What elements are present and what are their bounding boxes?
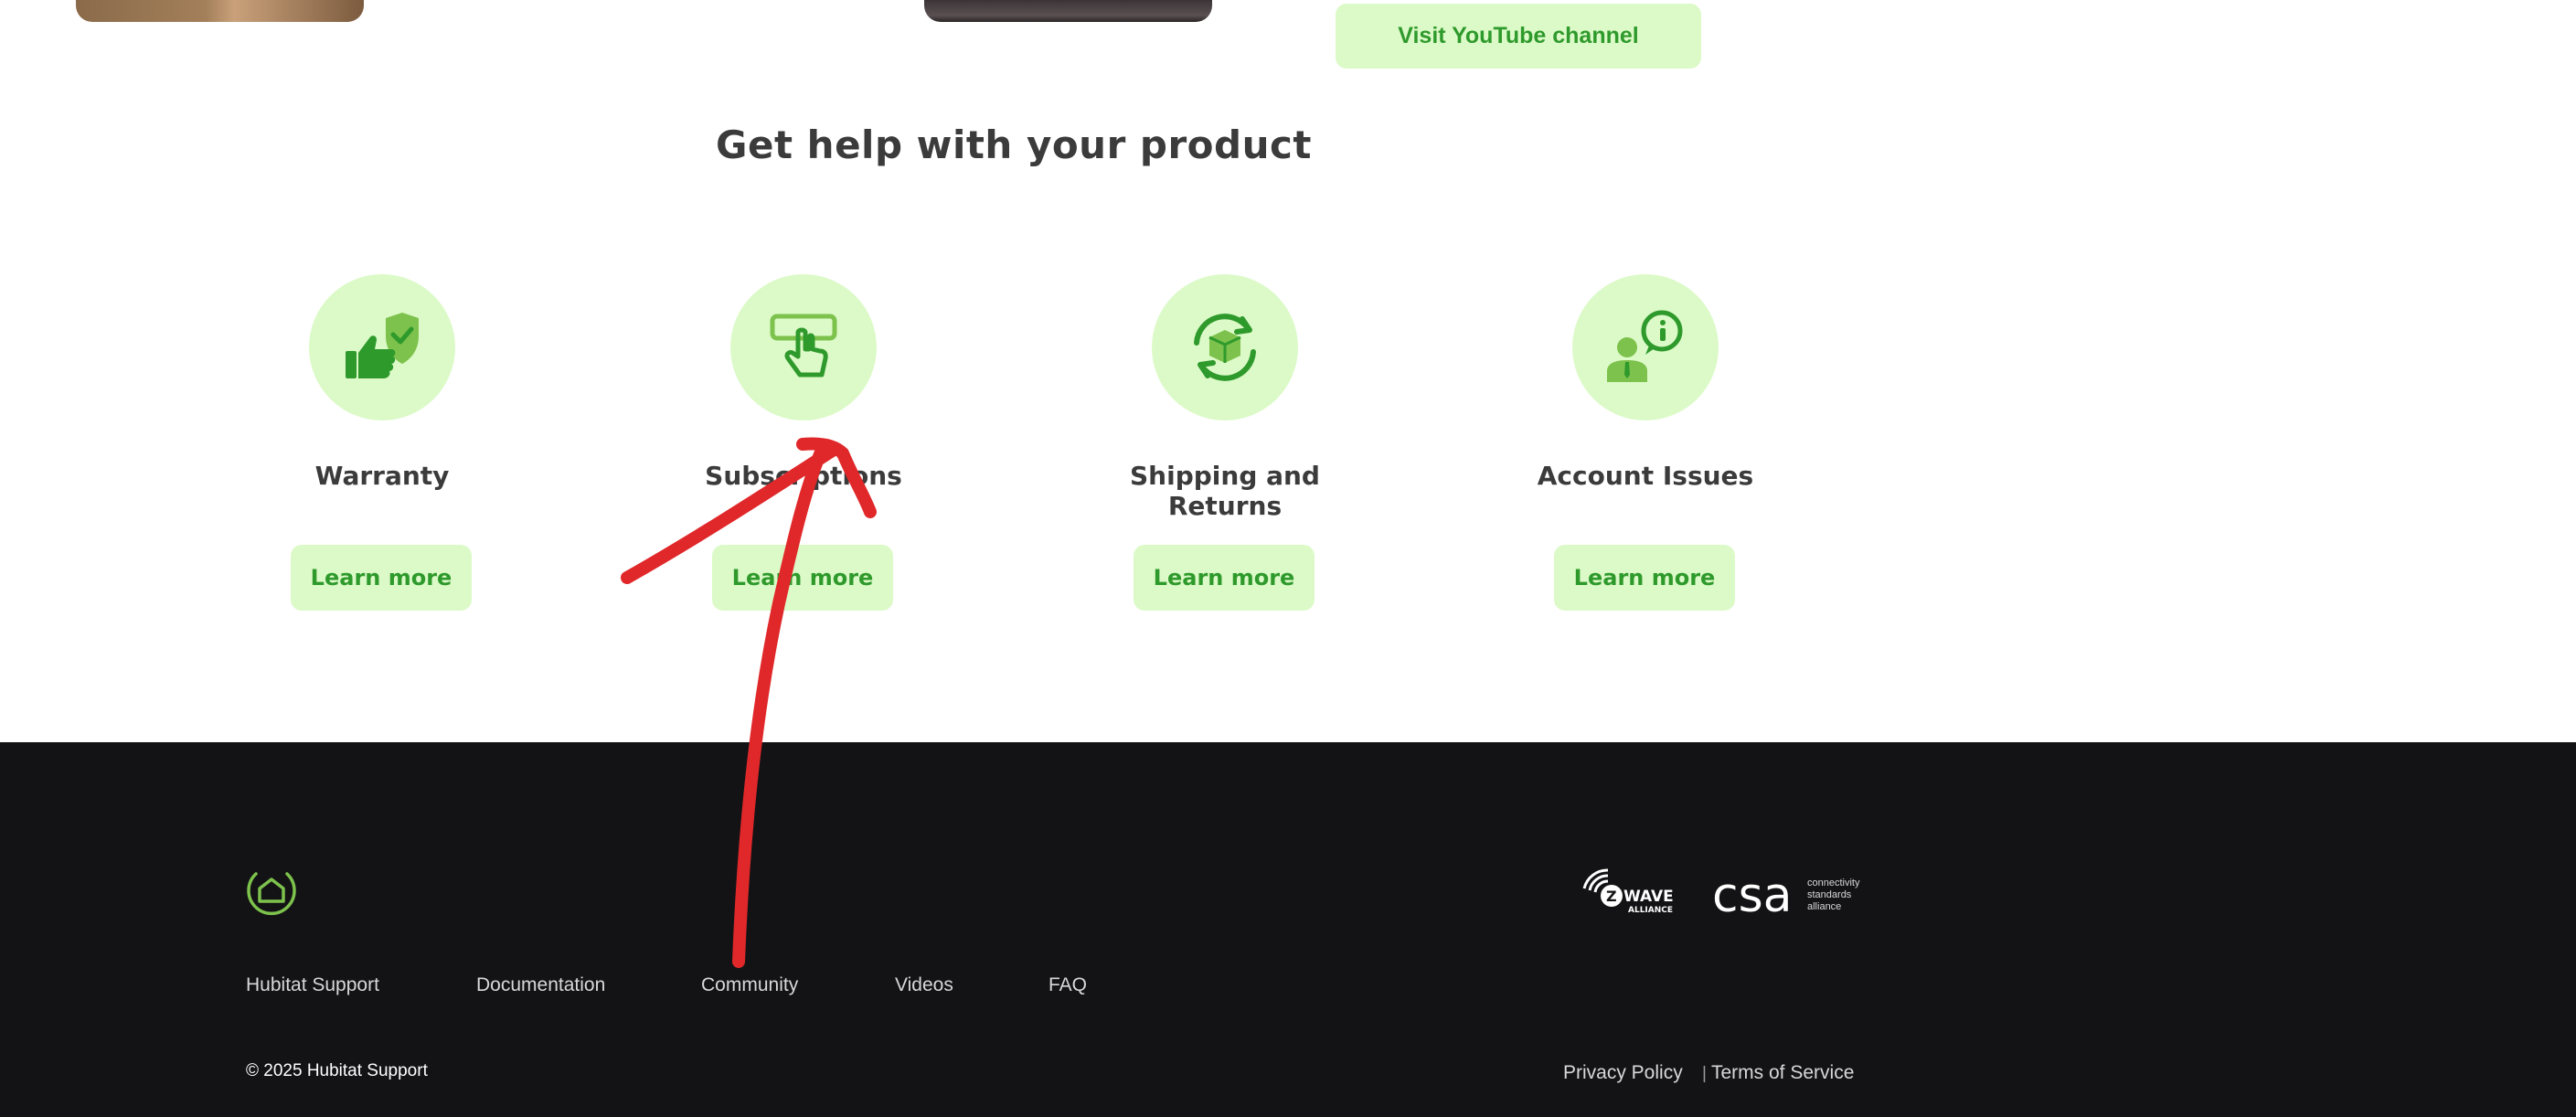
product-image-left [76,0,364,22]
card-label: Subscriptions [705,461,902,491]
person-info-icon [1572,274,1719,420]
csa-wordmark: csa [1712,873,1793,920]
link-separator: | [1702,1064,1707,1083]
zwave-alliance-logo: Z WAVE ALLIANCE [1581,867,1685,918]
footer-link-faq[interactable]: FAQ [1048,974,1087,996]
card-label: Shipping and Returns [1130,461,1320,521]
footer-link-hubitat-support[interactable]: Hubitat Support [246,974,379,996]
product-image-middle [924,0,1212,22]
csa-line-1: connectivity [1807,878,1860,888]
help-card-subscriptions: Subscriptions Learn more [657,274,950,622]
footer-link-community[interactable]: Community [701,974,798,996]
csa-logo: csa connectivity standards alliance [1712,868,1886,923]
privacy-policy-link[interactable]: Privacy Policy [1563,1062,1683,1084]
learn-more-warranty-button[interactable]: Learn more [291,545,472,611]
tap-button-icon [730,274,877,420]
svg-text:Z: Z [1606,888,1617,905]
help-card-account-issues: Account Issues Learn more [1499,274,1792,622]
zwave-subtext: ALLIANCE [1628,906,1673,915]
card-label: Account Issues [1537,461,1754,491]
learn-more-shipping-button[interactable]: Learn more [1134,545,1315,611]
help-card-shipping-returns: Shipping and Returns Learn more [1079,274,1371,622]
terms-of-service-link[interactable]: Terms of Service [1711,1062,1854,1084]
csa-line-2: standards [1807,889,1852,900]
card-label: Warranty [314,461,450,491]
thumbs-up-shield-icon [309,274,455,420]
learn-more-account-button[interactable]: Learn more [1554,545,1735,611]
footer-link-documentation[interactable]: Documentation [476,974,605,996]
csa-line-3: alliance [1807,901,1841,912]
zwave-wordmark: WAVE [1623,888,1674,906]
footer-link-videos[interactable]: Videos [895,974,953,996]
section-title: Get help with your product [716,122,1312,167]
learn-more-subscriptions-button[interactable]: Learn more [712,545,893,611]
copyright-text: © 2025 Hubitat Support [246,1061,428,1080]
visit-youtube-button[interactable]: Visit YouTube channel [1336,4,1701,69]
box-cycle-icon [1152,274,1298,420]
help-card-warranty: Warranty Learn more [236,274,528,622]
home-logo-icon[interactable] [245,865,298,918]
